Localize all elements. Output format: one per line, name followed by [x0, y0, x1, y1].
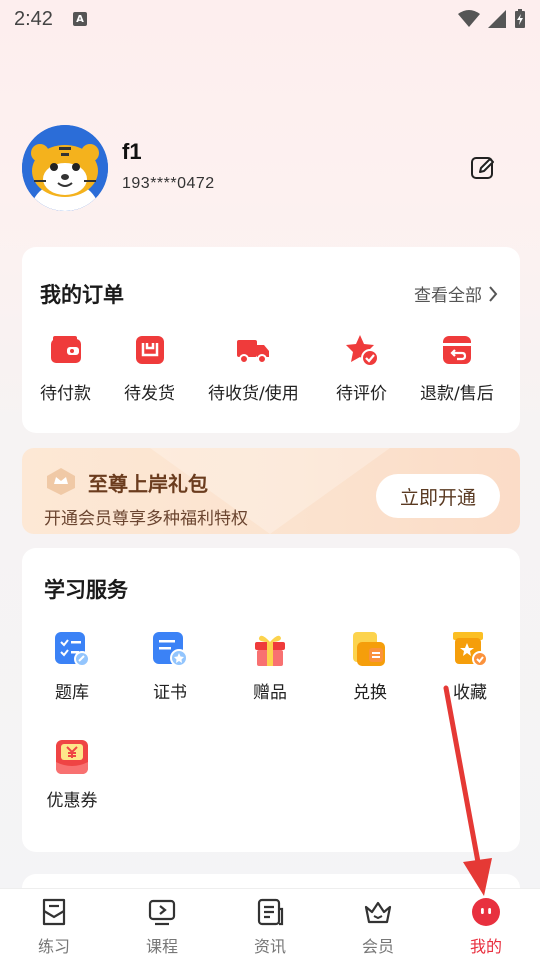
study-title: 学习服务	[44, 578, 128, 602]
order-item-label: 待收货/使用	[208, 384, 299, 404]
service-label: 优惠券	[46, 791, 98, 811]
wallet-icon	[50, 336, 81, 363]
avatar[interactable]	[22, 125, 108, 211]
gift-icon	[255, 635, 285, 666]
tab-label: 我的	[469, 937, 502, 956]
status-bar: 2:42 A	[0, 0, 540, 38]
order-item-label: 待发货	[124, 384, 175, 404]
news-icon	[257, 898, 284, 926]
signal-icon	[488, 10, 506, 28]
service-label: 兑换	[353, 683, 387, 703]
package-icon	[135, 336, 164, 364]
view-all-orders-link[interactable]: 查看全部	[414, 281, 498, 306]
star-check-icon	[345, 335, 379, 367]
order-pending-receipt[interactable]: 待收货/使用	[208, 333, 299, 404]
course-icon	[148, 899, 176, 926]
order-item-label: 待评价	[336, 384, 387, 404]
service-label: 赠品	[253, 683, 287, 703]
username: f1	[122, 139, 142, 164]
tab-practice[interactable]: 练习	[0, 889, 108, 960]
tiger-avatar-icon	[22, 125, 108, 211]
refund-icon	[442, 336, 471, 364]
service-label: 收藏	[453, 683, 487, 703]
tab-label: 会员	[361, 937, 394, 956]
question-bank-icon	[55, 632, 90, 667]
vip-banner[interactable]: 至尊上岸礼包 开通会员尊享多种福利特权 立即开通	[22, 448, 520, 534]
status-time: 2:42	[14, 7, 53, 30]
tab-membership[interactable]: 会员	[324, 889, 432, 960]
open-membership-button[interactable]: 立即开通	[376, 474, 500, 518]
service-label: 题库	[55, 683, 89, 703]
edit-profile-button[interactable]	[470, 155, 496, 181]
order-item-label: 待付款	[40, 384, 91, 404]
chevron-right-icon	[489, 285, 498, 302]
tab-label: 课程	[145, 937, 178, 956]
order-item-label: 退款/售后	[420, 384, 494, 404]
vip-subtitle: 开通会员尊享多种福利特权	[44, 509, 248, 529]
tab-mine[interactable]: 我的	[432, 889, 540, 960]
tab-news[interactable]: 资讯	[216, 889, 324, 960]
service-exchange[interactable]: 兑换	[330, 630, 410, 703]
truck-icon	[237, 340, 270, 364]
profile-face-icon	[472, 898, 500, 926]
edit-icon	[471, 157, 494, 179]
crown-icon	[364, 901, 392, 924]
order-pending-shipment[interactable]: 待发货	[124, 333, 175, 404]
tab-label: 练习	[37, 937, 70, 956]
vip-badge-icon	[47, 468, 75, 495]
status-icons	[458, 9, 526, 29]
bottom-tab-bar: 练习 课程 资讯 会员 我的	[0, 888, 540, 960]
orders-title: 我的订单	[40, 283, 124, 307]
certificate-icon	[153, 632, 188, 667]
service-question-bank[interactable]: 题库	[32, 630, 112, 703]
study-services-card: 学习服务 题库 证书 赠品 兑换 收藏 优惠券	[22, 548, 520, 852]
service-coupon[interactable]: 优惠券	[32, 738, 112, 811]
phone-number: 193****0472	[122, 175, 215, 192]
service-label: 证书	[153, 683, 187, 703]
notification-icon: A	[72, 12, 87, 26]
practice-icon	[42, 898, 66, 926]
service-gift[interactable]: 赠品	[230, 630, 310, 703]
order-pending-review[interactable]: 待评价	[336, 333, 387, 404]
coupon-icon	[56, 740, 88, 774]
exchange-icon	[353, 632, 385, 666]
service-certificate[interactable]: 证书	[130, 630, 210, 703]
tab-label: 资讯	[253, 937, 286, 956]
service-favorites[interactable]: 收藏	[430, 630, 510, 703]
view-all-label: 查看全部	[414, 286, 482, 306]
order-refund[interactable]: 退款/售后	[420, 333, 494, 404]
orders-card: 我的订单 查看全部 待付款 待发货 待收货/使用 待评价 退款/售后	[22, 247, 520, 433]
order-pending-payment[interactable]: 待付款	[40, 333, 91, 404]
tab-course[interactable]: 课程	[108, 889, 216, 960]
wifi-icon	[458, 10, 480, 27]
profile-header: f1 193****0472	[22, 125, 518, 215]
battery-icon	[515, 9, 525, 28]
vip-title: 至尊上岸礼包	[88, 472, 208, 496]
favorites-icon	[453, 632, 488, 667]
